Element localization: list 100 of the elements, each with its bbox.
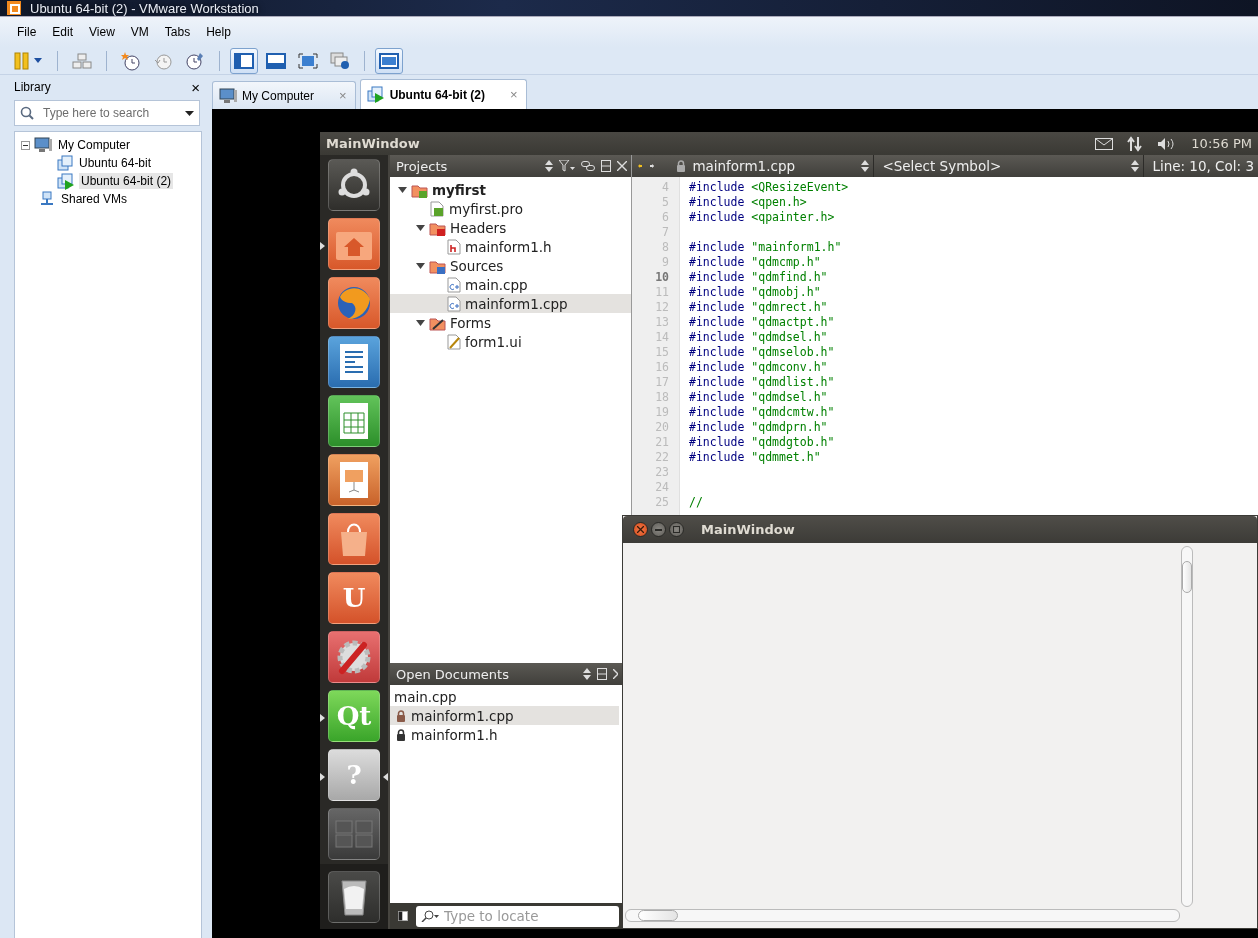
code-line: #include "qdmcmp.h" — [689, 255, 822, 270]
code-line: #include "qdmdsel.h" — [689, 390, 829, 405]
document-icon — [337, 342, 371, 382]
launcher-button[interactable] — [328, 870, 380, 923]
menu-item[interactable]: VM — [123, 23, 156, 41]
window-title: MainWindow — [701, 522, 795, 537]
tab[interactable]: Ubuntu 64-bit (2) × — [359, 79, 527, 109]
document-row[interactable]: main.cpp — [390, 687, 619, 706]
cursor-position: Line: 10, Col: 3 — [1152, 158, 1254, 174]
tree-item[interactable]: My Computer — [56, 137, 133, 153]
locate-field[interactable]: Type to locate — [416, 905, 619, 927]
keys-icon — [72, 52, 92, 69]
project-tree-row[interactable]: mainform1.h — [390, 237, 631, 256]
project-tree-row[interactable]: mainform1.cpp — [390, 294, 631, 313]
windows-info-icon — [330, 51, 350, 70]
project-file-icon — [429, 200, 445, 217]
close-button[interactable]: × — [191, 79, 200, 95]
launcher-button[interactable] — [328, 159, 380, 211]
code-line: #include "qdmactpt.h" — [689, 315, 836, 330]
code-line: #include "qdmfind.h" — [689, 270, 829, 285]
code-line: #include "qdmdgtob.h" — [689, 435, 836, 450]
code-line: #include <QResizeEvent> — [689, 180, 850, 195]
up-down-arrows-icon — [583, 668, 591, 680]
project-tree-row[interactable]: myfirst — [390, 180, 631, 199]
panel-title: Library — [14, 80, 51, 94]
toolbar-button[interactable] — [375, 47, 403, 74]
window-title: Ubuntu 64-bit (2) - VMware Workstation — [30, 0, 259, 16]
tree-item[interactable]: Ubuntu 64-bit (2) — [79, 173, 174, 189]
form-file-icon — [447, 333, 461, 350]
envelope-icon[interactable] — [1095, 137, 1114, 150]
collapse-toggle[interactable] — [21, 140, 30, 150]
code-line: #include "qdmrect.h" — [689, 300, 829, 315]
filter-icon[interactable] — [559, 160, 575, 172]
code-line: #include <qpen.h> — [689, 195, 808, 210]
search-icon — [20, 106, 34, 120]
document-row[interactable]: mainform1.cpp — [390, 706, 619, 725]
menu-item[interactable]: Tabs — [157, 23, 198, 41]
computer-icon — [34, 137, 52, 153]
tab-close-button[interactable]: × — [509, 87, 518, 102]
project-tree-row[interactable]: main.cpp — [390, 275, 631, 294]
sidebar-toggle-icon[interactable] — [398, 909, 408, 923]
project-tree-row[interactable]: Sources — [390, 256, 631, 275]
workspaces-icon — [334, 819, 374, 849]
horizontal-scrollbar[interactable] — [625, 909, 1180, 922]
tab[interactable]: My Computer × — [212, 81, 356, 109]
search-field[interactable]: Type here to search — [14, 100, 200, 126]
code-line: #include <qpainter.h> — [689, 210, 836, 225]
up-down-arrows-icon — [861, 160, 870, 172]
code-line: #include "qdmdlist.h" — [689, 375, 836, 390]
menu-item[interactable]: Help — [199, 23, 238, 41]
symbol-dropdown[interactable]: <Select Symbol> — [882, 155, 1145, 177]
shared-network-icon — [39, 191, 55, 207]
link-icon[interactable] — [581, 161, 595, 171]
project-tree-row[interactable]: myfirst.pro — [390, 199, 631, 218]
tabs-view-icon — [266, 52, 286, 69]
project-tree-row[interactable]: form1.ui — [390, 332, 631, 351]
running-machine-icon — [57, 172, 75, 190]
close-icon[interactable] — [613, 669, 618, 679]
code-line: #include "qdmconv.h" — [689, 360, 829, 375]
tree-item[interactable]: Shared VMs — [59, 191, 130, 207]
presentation-icon — [337, 460, 371, 500]
virtual-machine-icon — [57, 155, 73, 171]
tree-item[interactable]: Ubuntu 64-bit — [77, 155, 154, 171]
toolbar-button[interactable] — [230, 47, 258, 74]
window-title: MainWindow — [326, 136, 421, 151]
fullscreen-icon — [298, 52, 318, 69]
split-icon[interactable] — [601, 160, 611, 172]
sidebar-view-icon — [234, 52, 254, 69]
line-number: 10 — [654, 270, 670, 285]
spreadsheet-icon — [337, 401, 371, 441]
lock-icon — [396, 709, 406, 722]
running-machine-icon — [366, 86, 385, 103]
code-line: #include "qdmmet.h" — [689, 450, 822, 465]
vertical-scrollbar[interactable] — [1181, 546, 1193, 907]
code-line: #include "mainform1.h" — [689, 240, 843, 255]
clock-wrench-icon — [185, 50, 205, 71]
app-logo-icon — [6, 0, 22, 16]
header-file-icon — [447, 238, 461, 255]
dropdown-caret-icon — [185, 110, 194, 116]
project-tree-row[interactable]: Forms — [390, 313, 631, 332]
document-row[interactable]: mainform1.h — [390, 725, 619, 744]
clock-time[interactable]: 10:56 PM — [1191, 136, 1252, 151]
split-icon[interactable] — [597, 668, 607, 680]
close-button[interactable] — [633, 522, 648, 537]
project-tree-row[interactable]: Headers — [390, 218, 631, 237]
maximize-button[interactable] — [669, 522, 684, 537]
pause-icon — [14, 51, 30, 70]
close-icon[interactable] — [617, 161, 627, 171]
code-comment: // — [689, 495, 704, 510]
search-icon — [421, 910, 439, 922]
clock-star-icon — [121, 50, 141, 71]
network-arrows-icon[interactable] — [1127, 135, 1144, 152]
menu-item[interactable]: File — [10, 23, 44, 41]
menu-item[interactable]: Edit — [45, 23, 81, 41]
menu-item[interactable]: View — [82, 23, 122, 41]
code-line: #include "qdmobj.h" — [689, 285, 822, 300]
source-file-icon — [447, 295, 461, 312]
code-line: #include "qdmdsel.h" — [689, 330, 829, 345]
computer-icon — [219, 87, 237, 104]
minimize-button[interactable] — [651, 522, 666, 537]
